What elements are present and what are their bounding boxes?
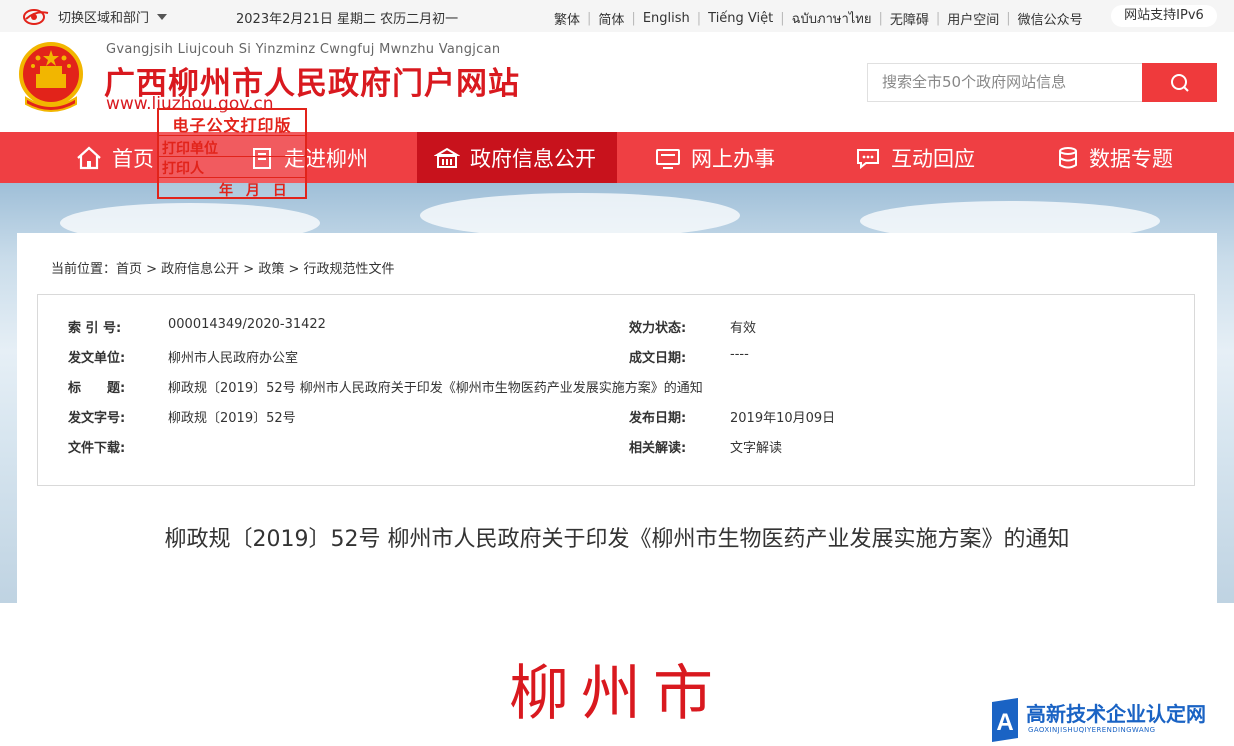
- site-pinyin: Gvangjsih Liujcouh Si Yinzminz Cwngfuj M…: [106, 42, 501, 57]
- stamp-line: [159, 135, 305, 136]
- separator: |: [631, 11, 636, 26]
- chevron-down-icon: [157, 13, 168, 20]
- interpretation-link[interactable]: 文字解读: [730, 437, 782, 456]
- meta-label: 成文日期:: [629, 351, 687, 366]
- separator: |: [587, 11, 592, 26]
- link-simplified[interactable]: 简体: [598, 9, 624, 28]
- link-accessibility[interactable]: 无障碍: [890, 9, 929, 28]
- national-emblem-icon[interactable]: [18, 40, 84, 114]
- breadcrumb[interactable]: 当前位置：首页 > 政府信息公开 > 政策 > 行政规范性文件: [51, 258, 394, 277]
- nav-label: 互动回应: [891, 146, 975, 171]
- svg-text:A: A: [996, 709, 1013, 736]
- switch-region-icon: [23, 8, 49, 25]
- separator: |: [696, 11, 702, 26]
- watermark-text: 高新技术企业认定网: [1026, 702, 1206, 726]
- separator: |: [878, 11, 883, 26]
- home-icon: [77, 146, 101, 169]
- link-traditional[interactable]: 繁体: [554, 9, 580, 28]
- link-user-space[interactable]: 用户空间: [947, 9, 999, 28]
- nav-data-topics[interactable]: 数据专题: [1057, 132, 1197, 183]
- watermark-subtext: GAOXINJISHUQIYERENDINGWANG: [1028, 726, 1156, 734]
- region-switcher[interactable]: 切换区域和部门: [22, 7, 168, 26]
- separator: |: [1006, 11, 1011, 26]
- meta-value: 有效: [730, 321, 757, 336]
- meta-value: 柳州市人民政府办公室: [168, 351, 299, 366]
- meta-label: 效力状态:: [629, 321, 687, 336]
- nav-label: 数据专题: [1089, 146, 1173, 171]
- link-wechat[interactable]: 微信公众号: [1018, 9, 1083, 28]
- stamp-date: 年 月 日: [219, 183, 291, 199]
- stamp-title: 电子公文打印版: [172, 116, 292, 135]
- meta-value: ----: [730, 347, 749, 362]
- chat-icon: [857, 148, 879, 169]
- meta-value: 柳政规〔2019〕52号: [168, 411, 296, 426]
- nav-label: 首页: [112, 146, 154, 171]
- nav-label: 网上办事: [691, 146, 775, 171]
- nav-label: 政府信息公开: [470, 146, 596, 171]
- watermark: A 高新技术企业认定网 GAOXINJISHUQIYERENDINGWANG: [986, 694, 1234, 746]
- search-button[interactable]: [1142, 63, 1217, 102]
- document-meta-table: 索 引 号: 000014349/2020-31422 效力状态: 有效 发文单…: [37, 294, 1195, 486]
- meta-label: 发文单位:: [68, 351, 126, 366]
- search-input[interactable]: 搜索全市50个政府网站信息: [867, 63, 1143, 102]
- content-card: 当前位置：首页 > 政府信息公开 > 政策 > 行政规范性文件 索 引 号: 0…: [17, 233, 1217, 746]
- top-links: 繁体 | 简体 | English | Tiếng Việt | ฉบับภาษาไทย…: [554, 8, 1083, 29]
- meta-value: 2019年10月09日: [730, 411, 836, 426]
- meta-label: 索 引 号:: [68, 321, 122, 336]
- document-title: 柳政规〔2019〕52号 柳州市人民政府关于印发《柳州市生物医药产业发展实施方案…: [164, 527, 1070, 552]
- watermark-logo-icon: A: [992, 698, 1018, 742]
- current-date: 2023年2月21日 星期二 农历二月初一: [236, 12, 459, 27]
- nav-gov-info[interactable]: 政府信息公开: [417, 132, 617, 183]
- database-icon: [1059, 146, 1077, 168]
- stamp-unit-label: 打印单位: [162, 141, 218, 157]
- nav-interaction[interactable]: 互动回应: [855, 132, 995, 183]
- meta-label: 文件下载:: [68, 441, 126, 456]
- cloud: [420, 193, 740, 238]
- link-vietnamese[interactable]: Tiếng Việt: [708, 11, 773, 26]
- region-label: 切换区域和部门: [58, 11, 150, 26]
- meta-value: 000014349/2020-31422: [168, 317, 326, 332]
- monitor-icon: [656, 148, 680, 169]
- stamp-line: [159, 156, 305, 157]
- meta-label: 发文字号:: [68, 411, 126, 426]
- meta-label: 发布日期:: [629, 411, 687, 426]
- stamp-person-label: 打印人: [162, 161, 204, 177]
- search-icon: [1170, 73, 1189, 92]
- print-stamp: 电子公文打印版 打印单位 打印人 年 月 日: [157, 108, 307, 199]
- stamp-line: [159, 177, 305, 178]
- gov-building-icon: [434, 147, 460, 168]
- meta-label: 相关解读:: [629, 441, 687, 456]
- separator: |: [935, 11, 941, 26]
- nav-online-service[interactable]: 网上办事: [655, 132, 795, 183]
- meta-label: 标 题:: [68, 381, 126, 396]
- link-thai[interactable]: ฉบับภาษาไทย: [792, 8, 872, 29]
- ipv6-badge: 网站支持IPv6: [1111, 5, 1217, 27]
- separator: |: [780, 11, 785, 26]
- meta-value: 柳政规〔2019〕52号 柳州市人民政府关于印发《柳州市生物医药产业发展实施方案…: [168, 381, 703, 396]
- top-bar: 切换区域和部门 2023年2月21日 星期二 农历二月初一 繁体 | 简体 | En…: [0, 0, 1234, 32]
- link-english[interactable]: English: [643, 11, 690, 26]
